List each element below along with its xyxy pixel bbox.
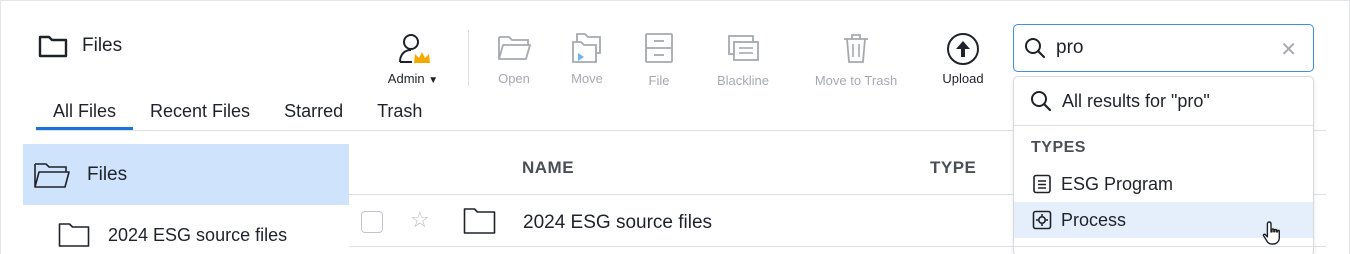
close-icon[interactable]: ✕ [1280, 37, 1297, 62]
tab-trash[interactable]: Trash [360, 101, 439, 130]
search-box[interactable]: ✕ [1013, 24, 1314, 72]
tab-all-files[interactable]: All Files [36, 101, 134, 130]
type-option-label: ESG Program [1061, 173, 1174, 194]
upload-button[interactable]: Upload [936, 32, 990, 86]
page-title-text: Files [82, 35, 123, 56]
admin-button[interactable]: Admin ▼ [380, 32, 446, 86]
tab-bar: All Files Recent Files Starred Trash [36, 101, 439, 130]
search-input[interactable] [1056, 37, 1266, 59]
open-label: Open [498, 71, 530, 86]
user-admin-icon [399, 34, 430, 63]
blackline-button[interactable]: Blackline [710, 32, 776, 88]
all-results-option[interactable]: All results for "pro" [1030, 90, 1210, 112]
move-label: Move [571, 71, 603, 86]
move-to-trash-label: Move to Trash [814, 73, 898, 88]
toolbar-divider [468, 30, 469, 86]
blackline-label: Blackline [716, 73, 770, 88]
sidebar-item-files[interactable]: Files [23, 144, 349, 205]
type-option-label: Process [1061, 209, 1127, 230]
row-checkbox[interactable] [361, 211, 383, 233]
tab-recent-files[interactable]: Recent Files [133, 101, 267, 130]
chevron-down-icon: ▼ [428, 75, 439, 86]
types-heading: TYPES [1031, 139, 1086, 156]
tab-starred[interactable]: Starred [267, 101, 360, 130]
file-cabinet-icon [645, 33, 673, 63]
move-button[interactable]: Move [566, 32, 608, 86]
upload-icon [947, 33, 979, 65]
folder-open-icon [34, 162, 70, 188]
sidebar-item-label: Files [87, 163, 128, 185]
move-folder-icon [572, 33, 601, 63]
hand-cursor-icon [1262, 221, 1280, 245]
sidebar-item-2024-esg-source-files[interactable]: 2024 ESG source files [58, 222, 287, 248]
row-name[interactable]: 2024 ESG source files [523, 212, 712, 234]
folder-icon [463, 208, 496, 234]
column-header-type[interactable]: TYPE [930, 158, 976, 178]
open-button[interactable]: Open [492, 32, 536, 86]
search-icon [1031, 91, 1052, 112]
folder-icon [58, 223, 90, 247]
upload-label: Upload [942, 71, 984, 86]
star-icon[interactable]: ☆ [410, 207, 430, 233]
move-to-trash-button[interactable]: Move to Trash [806, 32, 906, 88]
document-icon [1033, 174, 1051, 194]
page-title: Files [38, 34, 122, 58]
file-button[interactable]: File [640, 32, 678, 88]
column-header-name[interactable]: NAME [522, 158, 574, 178]
type-option-esg-program[interactable]: ESG Program [1014, 166, 1313, 202]
folder-icon [38, 35, 68, 58]
sidebar-item-label: 2024 ESG source files [108, 224, 288, 245]
dropdown-divider [1014, 125, 1313, 126]
file-label: File [648, 73, 670, 88]
all-results-label: All results for "pro" [1062, 90, 1210, 111]
admin-label: Admin [387, 71, 425, 86]
process-gear-icon [1032, 210, 1052, 230]
blackline-icon [728, 35, 759, 61]
search-icon [1025, 38, 1046, 59]
trash-icon [844, 34, 868, 63]
folder-open-icon [498, 36, 531, 60]
